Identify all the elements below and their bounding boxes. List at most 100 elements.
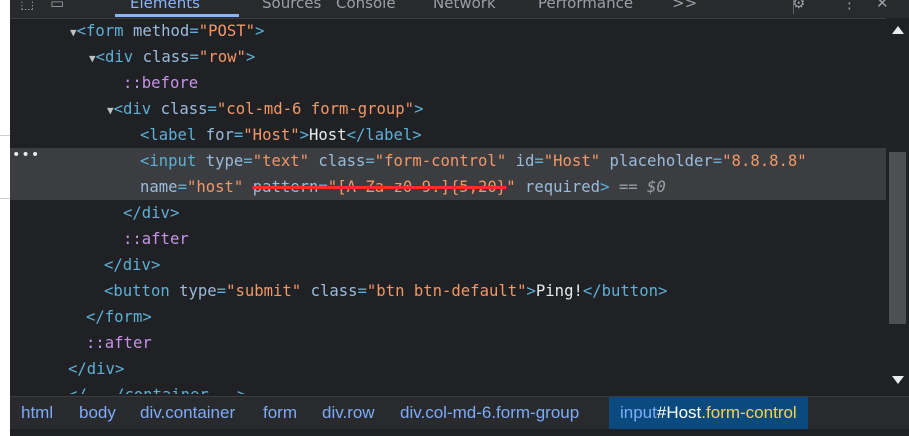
attr-value: "host" — [186, 178, 244, 196]
selected-node-marker: == $0 — [618, 178, 666, 196]
more-tabs-button[interactable]: >> — [672, 0, 697, 12]
breadcrumb-input-active[interactable]: input#Host.form-control — [609, 397, 808, 429]
devtools-tab-bar: ⬚ ▭ Elements Sources Console Network Per… — [10, 0, 909, 19]
expand-arrow-icon[interactable]: ▼ — [89, 52, 96, 65]
attr-name: required — [524, 178, 601, 196]
pseudo-element: ::after — [86, 334, 152, 352]
tree-node-div-col[interactable]: ▼<div class="col-md-6 form-group"> — [10, 96, 886, 122]
input-line-1: <input type="text" class="form-control" … — [140, 152, 807, 170]
attr-name: type — [179, 282, 217, 300]
tree-node-after[interactable]: ::after — [10, 330, 886, 356]
node-options-icon[interactable]: ••• — [12, 147, 40, 163]
page-divider — [0, 135, 10, 136]
tag-end: </form> — [86, 308, 152, 326]
tab-console[interactable]: Console — [336, 0, 396, 12]
breadcrumb-tag: input — [620, 403, 657, 422]
attr-name: class — [142, 48, 190, 66]
attr-value: "8.8.8.8" — [722, 152, 807, 170]
text-node: Ping! — [535, 282, 583, 300]
tag-close: > — [600, 178, 610, 196]
breadcrumb-body[interactable]: body — [79, 403, 116, 423]
expand-arrow-icon[interactable]: ▼ — [107, 104, 114, 117]
breadcrumb-class: .form-control — [701, 403, 797, 422]
breadcrumb: html body div.container form div.row div… — [10, 396, 909, 429]
tag-name: <form — [76, 22, 124, 40]
tab-network[interactable]: Network — [433, 0, 496, 12]
attr-name: class — [318, 152, 366, 170]
dom-tree-scrollbar[interactable] — [886, 18, 909, 394]
breadcrumb-id: #Host — [656, 403, 702, 422]
tag-close: > — [526, 282, 536, 300]
attr-value: "Host" — [543, 152, 601, 170]
attr-name: name — [140, 178, 178, 196]
scrollbar-thumb[interactable] — [889, 152, 906, 324]
attr-value: "submit" — [226, 282, 302, 300]
tag-end: </div> — [68, 360, 125, 378]
breadcrumb-div-row[interactable]: div.row — [322, 403, 375, 423]
breadcrumb-div-container[interactable]: div.container — [140, 403, 235, 423]
tree-node-div-close[interactable]: </div> — [10, 356, 886, 382]
tag-close: > — [299, 126, 310, 144]
pattern-attr-value-struck: "[A-Za-z0-9.]{5,20} — [327, 178, 507, 196]
tag-close: > — [245, 48, 256, 66]
inspect-element-icon[interactable]: ⬚ — [20, 0, 34, 12]
expand-arrow-icon[interactable]: ▼ — [70, 26, 77, 39]
breadcrumb-form[interactable]: form — [263, 403, 297, 423]
dom-tree[interactable]: ▼<form method="POST"> ▼<div class="row">… — [10, 18, 886, 394]
tag-end: </button> — [582, 282, 668, 300]
attr-value: "row" — [198, 48, 246, 66]
breadcrumb-div-col[interactable]: div.col-md-6.form-group — [400, 403, 579, 423]
tree-node-div-row[interactable]: ▼<div class="row"> — [10, 44, 886, 70]
attr-value: "text" — [252, 152, 310, 170]
tag-end: </label> — [346, 126, 422, 144]
page-divider — [0, 198, 10, 199]
tree-node-container-close[interactable]: </ … /container … > — [10, 382, 886, 394]
attr-name: placeholder — [609, 152, 713, 170]
tag-name: <label — [140, 126, 197, 144]
attr-value-quote: " — [506, 178, 516, 196]
attr-name: id — [515, 152, 535, 170]
devtools-panel: ⬚ ▭ Elements Sources Console Network Per… — [10, 0, 909, 436]
active-tab-indicator — [115, 14, 239, 17]
pseudo-element: ::after — [123, 230, 189, 248]
tree-node-after[interactable]: ::after — [10, 226, 886, 252]
breadcrumb-html[interactable]: html — [21, 403, 53, 423]
bottom-edge — [10, 429, 909, 436]
scroll-down-arrow-icon[interactable] — [892, 376, 904, 384]
tree-node-form[interactable]: ▼<form method="POST"> — [10, 18, 886, 44]
left-page-strip — [0, 0, 10, 436]
attr-name: for — [205, 126, 234, 144]
tag-name: <input — [140, 152, 197, 170]
close-icon[interactable]: ✕ — [876, 0, 889, 12]
attr-name: class — [310, 282, 358, 300]
device-toolbar-icon[interactable]: ▭ — [50, 0, 64, 12]
pattern-attr-name-struck: pattern — [252, 178, 319, 196]
settings-gear-icon[interactable]: ⚙ — [792, 0, 805, 12]
tab-elements[interactable]: Elements — [130, 0, 200, 12]
tree-node-button[interactable]: <button type="submit" class="btn btn-def… — [10, 278, 886, 304]
tree-node-form-close[interactable]: </form> — [10, 304, 886, 330]
attr-value: "col-md-6 form-group" — [216, 100, 415, 118]
input-line-2: name="host" pattern="[A-Za-z0-9.]{5,20}"… — [140, 178, 666, 196]
tag-close: > — [414, 100, 424, 118]
tree-node-div-close[interactable]: </div> — [10, 252, 886, 278]
attr-value: "form-control" — [374, 152, 507, 170]
attr-value: "Host" — [243, 126, 300, 144]
pseudo-element: ::before — [123, 74, 199, 92]
tab-sources[interactable]: Sources — [262, 0, 321, 12]
attr-name: type — [205, 152, 244, 170]
tree-node-label[interactable]: <label for="Host">Host</label> — [10, 122, 886, 148]
tag-end: </div> — [104, 256, 161, 274]
tag-close: > — [255, 22, 265, 40]
text-node: Host — [309, 126, 347, 144]
attr-value: "btn btn-default" — [366, 282, 527, 300]
tree-node-div-close[interactable]: </div> — [10, 200, 886, 226]
tag-name: <button — [104, 282, 170, 300]
tag-name: <div — [113, 100, 152, 118]
scroll-up-arrow-icon[interactable] — [892, 26, 904, 34]
attr-name: method — [132, 22, 190, 40]
more-options-icon[interactable]: ⋮ — [842, 0, 857, 12]
tree-node-before[interactable]: ::before — [10, 70, 886, 96]
attr-name: class — [160, 100, 208, 118]
tab-performance[interactable]: Performance — [538, 0, 633, 12]
